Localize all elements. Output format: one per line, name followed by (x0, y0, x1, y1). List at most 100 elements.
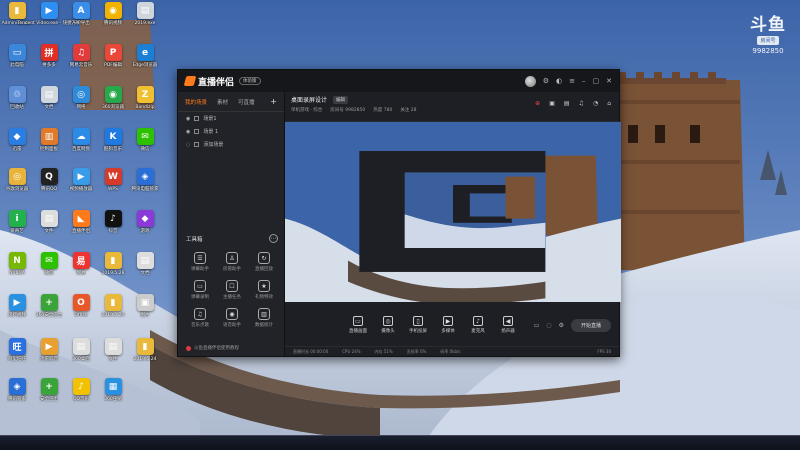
desktop-icon[interactable]: ▥ 控制面板 (32, 128, 66, 166)
desktop-icon[interactable]: ✉ 微信 (128, 128, 162, 166)
desktop-icon[interactable]: ◣ 直播伴侣 (64, 210, 98, 248)
control-button[interactable]: ▭ 直播画面 (343, 316, 373, 334)
desktop-icon[interactable]: ▤ 文档 (128, 252, 162, 290)
desktop-icon[interactable]: ▦ 360压缩 (96, 378, 130, 416)
taskbar[interactable] (0, 435, 800, 450)
tool-item[interactable]: ▥ 数据统计 (248, 308, 280, 328)
minimize-icon[interactable]: – (582, 77, 586, 85)
camera-icon[interactable]: ▭ (534, 322, 540, 329)
desktop-icon[interactable]: K 酷狗音乐 (96, 128, 130, 166)
scene-item[interactable]: ◉ 场景 1 (178, 125, 284, 138)
list-icon[interactable]: ▤ (564, 100, 570, 107)
title-bar[interactable]: 直播伴侣 体验版 ⚙ ◐ ≡ – ▢ ✕ (178, 70, 619, 92)
tool-item[interactable]: ↻ 直播回放 (248, 252, 280, 272)
eye-icon[interactable]: ◉ (186, 129, 190, 135)
checkbox-icon[interactable] (194, 142, 200, 147)
settings-icon[interactable]: ⚙ (543, 77, 549, 85)
gift-icon[interactable]: ⊕ (535, 100, 540, 107)
tool-item[interactable]: ♫ 音乐点歌 (184, 308, 216, 328)
desktop-icon[interactable]: W WPS (96, 168, 130, 206)
desktop-icon[interactable]: ▭ 此电脑 (0, 44, 34, 82)
desktop-icon[interactable]: ▶ 视频播放器 (64, 168, 98, 206)
desktop-icon[interactable]: ◎ 谷歌浏览器 (0, 168, 34, 206)
desktop-icon[interactable]: Q 腾讯QQ (32, 168, 66, 206)
scene-item[interactable]: ◌ 添加场景 (178, 138, 284, 151)
desktop-icon[interactable]: ▤ 360桌面 (64, 338, 98, 376)
desktop-icon[interactable]: ▮ 2019.5.24 (96, 294, 130, 332)
desktop-icon[interactable]: ◈ 腾讯管家 (0, 378, 34, 416)
close-icon[interactable]: ✕ (606, 77, 612, 85)
tool-item[interactable]: ☰ 弹幕助手 (184, 252, 216, 272)
desktop-icon[interactable]: ☁ 百度网盘 (64, 128, 98, 166)
desktop-icon[interactable]: ♫ 网易云音乐 (64, 44, 98, 82)
desktop-icon[interactable]: 旺阿里旺旺 (0, 338, 34, 376)
tool-item[interactable]: ♙ 房管助手 (216, 252, 248, 272)
desktop-icon-label: 百度网盘 (72, 147, 90, 152)
desktop-icon[interactable]: ◉ 腾讯视频 (96, 2, 130, 40)
desktop-icon[interactable]: ▤ 文件 (32, 210, 66, 248)
desktop-icon[interactable]: ✉ 微信 (32, 252, 66, 290)
desktop-icon[interactable]: i 爱奇艺 (0, 210, 34, 248)
tab-materials[interactable]: 素材 (217, 98, 228, 106)
desktop-icon[interactable]: N NVIDIA (0, 252, 34, 290)
tool-item[interactable]: ★ 礼物特效 (248, 280, 280, 300)
desktop-icon[interactable]: ♪ QQ音乐 (64, 378, 98, 416)
avatar[interactable] (524, 75, 536, 87)
desktop-icon[interactable]: ♪ 抖音 (96, 210, 130, 248)
control-button[interactable]: ◀ 扬声器 (493, 316, 523, 334)
tool-item[interactable]: ☐ 主播任务 (216, 280, 248, 300)
bell-icon[interactable]: ◔ (593, 100, 598, 107)
desktop-icon[interactable]: + 安全卫士 (32, 378, 66, 416)
tutorial-link[interactable]: 斗鱼直播伴侣使用教程 (186, 345, 239, 351)
eye-icon[interactable]: ◉ (186, 116, 190, 122)
desktop-icon[interactable]: ▶ Tencent Video.exe - 快捷方式 (17, 2, 81, 40)
mode-icon[interactable]: ◌ (546, 322, 551, 329)
desktop-icon[interactable]: ▶ 风行视频 (0, 294, 34, 332)
desktop-icon[interactable]: 拼拼多多 (32, 44, 66, 82)
tool-item[interactable]: ◉ 语音助手 (216, 308, 248, 328)
checkbox-icon[interactable] (194, 129, 200, 134)
desktop-icon[interactable]: +360安全卫士 (32, 294, 66, 332)
share-icon[interactable]: ⌂ (607, 100, 611, 107)
control-button[interactable]: ◎ 摄像头 (373, 316, 403, 334)
settings-icon[interactable]: ⚙ (559, 322, 564, 329)
scene-item[interactable]: ◉ 场景1 (178, 112, 284, 125)
control-button[interactable]: ♪ 麦克风 (463, 316, 493, 334)
music-icon[interactable]: ♫ (579, 100, 584, 107)
maximize-icon[interactable]: ▢ (593, 77, 600, 85)
menu-icon[interactable]: ≡ (569, 77, 575, 85)
desktop-icon[interactable]: e Edge浏览器 (128, 44, 162, 82)
desktop-icon[interactable]: ▤ 2019.exe (128, 2, 162, 40)
desktop-icon[interactable]: ▣ 图片 (128, 294, 162, 332)
desktop-icon[interactable]: ◆ 迅雷 (0, 128, 34, 166)
desktop-icon[interactable]: ◆ 游戏 (128, 210, 162, 248)
skin-icon[interactable]: ◐ (556, 77, 562, 85)
desktop-icon[interactable]: ▮ 2019.5.28 (96, 252, 130, 290)
tab-live[interactable]: 可直播 (238, 98, 255, 106)
tool-item[interactable]: ▭ 弹幕录制 (184, 280, 216, 300)
screen-icon[interactable]: ▣ (549, 100, 555, 107)
desktop-icon[interactable]: ▤ 文档 (32, 86, 66, 124)
desktop-icon[interactable]: ◉ 360浏览器 (96, 86, 130, 124)
desktop-icon[interactable]: ▤ 文件 (96, 338, 130, 376)
more-icon[interactable]: ⋯ (269, 234, 278, 243)
desktop-icon[interactable]: ◈ 腾讯电脑管家 (128, 168, 162, 206)
desktop-icon[interactable]: Z Bandizip (128, 86, 162, 124)
desktop-icon[interactable]: A APP导出 (64, 2, 98, 40)
add-scene-button[interactable]: + (270, 97, 277, 106)
desktop-icon[interactable]: P PDF编辑 (96, 44, 130, 82)
desktop-icon[interactable]: ▶ 迅雷影音 (32, 338, 66, 376)
desktop-icon[interactable]: ▮ 2019.5.24 (128, 338, 162, 376)
desktop-icon[interactable]: 易网易 (64, 252, 98, 290)
control-button[interactable]: ▯ 手机投屏 (403, 316, 433, 334)
edit-button[interactable]: 编辑 (333, 95, 349, 104)
desktop-icon[interactable]: ♲ 回收站 (0, 86, 34, 124)
tab-scenes[interactable]: 我的场景 (185, 98, 207, 106)
live-preview[interactable] (285, 122, 621, 302)
control-button[interactable]: ▶ 多媒体 (433, 316, 463, 334)
checkbox-icon[interactable] (194, 116, 200, 121)
start-live-button[interactable]: 开始直播 (570, 318, 611, 332)
desktop-icon[interactable]: O Office (64, 294, 98, 332)
eye-icon[interactable]: ◌ (186, 142, 190, 148)
desktop-icon[interactable]: ◎ 网络 (64, 86, 98, 124)
